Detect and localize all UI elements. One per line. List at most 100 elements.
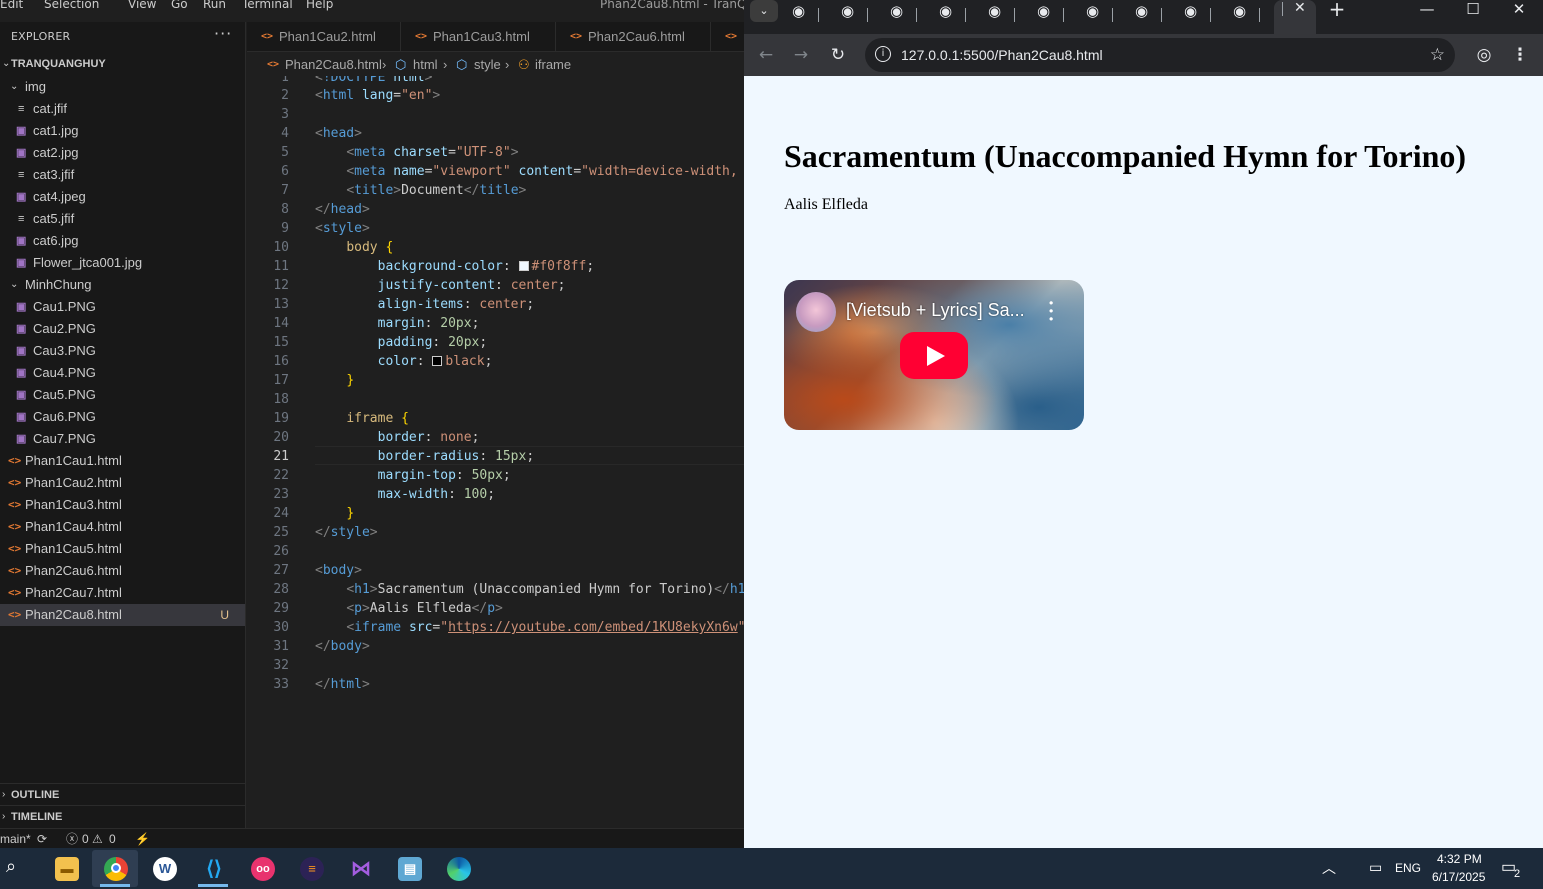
browser-tab[interactable]: ◉ <box>976 0 1024 34</box>
close-tab-icon[interactable]: ✕ <box>1294 0 1306 16</box>
file-item[interactable]: ▣ Cau1.PNG <box>0 296 245 318</box>
browser-tab[interactable]: ◉ <box>927 0 975 34</box>
file-explorer-app[interactable]: ▬ <box>43 850 89 887</box>
chevron-up-icon[interactable]: ︿ <box>1322 858 1336 878</box>
menu-terminal[interactable]: Terminal <box>242 0 293 11</box>
address-bar[interactable]: i 127.0.0.1:5500/Phan2Cau8.html ☆ <box>865 38 1455 72</box>
file-item[interactable]: ▣ cat2.jpg <box>0 142 245 164</box>
file-item[interactable]: ≡ cat.jfif <box>0 98 245 120</box>
vscode-app[interactable]: ⟨⟩ <box>190 850 236 887</box>
breadcrumb-iframe[interactable]: iframe <box>535 54 571 76</box>
word-app[interactable]: W <box>141 850 187 887</box>
file-item[interactable]: ▣ Flower_jtca001.jpg <box>0 252 245 274</box>
file-item[interactable]: ▣ cat1.jpg <box>0 120 245 142</box>
branch-indicator[interactable]: main* <box>0 829 31 849</box>
outline-panel-header[interactable]: › OUTLINE <box>0 783 245 805</box>
search-icon[interactable]: ⌕ <box>6 856 16 877</box>
breadcrumb-style[interactable]: style <box>474 54 501 76</box>
file-item[interactable]: <> Phan2Cau7.html <box>0 582 245 604</box>
file-item[interactable]: ▣ Cau2.PNG <box>0 318 245 340</box>
bookmark-star-icon[interactable]: ☆ <box>1430 38 1445 72</box>
kebab-menu-icon[interactable]: ⋮ <box>1507 42 1533 68</box>
new-tab-icon[interactable]: + <box>1322 0 1352 22</box>
file-item[interactable]: <> Phan1Cau4.html <box>0 516 245 538</box>
live-share-icon[interactable]: ⚡ <box>135 829 150 849</box>
maximize-icon[interactable]: ☐ <box>1458 0 1488 22</box>
more-vert-icon[interactable]: · · · <box>1048 295 1054 329</box>
file-item[interactable]: <> Phan1Cau2.html <box>0 472 245 494</box>
timeline-panel-header[interactable]: › TIMELINE <box>0 805 245 827</box>
clock-time[interactable]: 4:32 PM <box>1437 852 1482 866</box>
app-oo[interactable]: oo <box>239 850 285 887</box>
edge-app[interactable] <box>435 850 481 887</box>
close-window-icon[interactable]: ✕ <box>1504 0 1534 22</box>
file-item[interactable]: ▣ cat6.jpg <box>0 230 245 252</box>
visual-studio-app[interactable]: ⋈ <box>337 850 383 887</box>
tab-phan2cau6[interactable]: <> Phan2Cau6.html <box>556 22 711 51</box>
browser-tab[interactable]: ◉ <box>1123 0 1171 34</box>
reload-icon[interactable]: ↻ <box>825 42 851 68</box>
file-item[interactable]: ▣ Cau5.PNG <box>0 384 245 406</box>
youtube-embed[interactable]: [Vietsub + Lyrics] Sa... · · · <box>784 280 1084 430</box>
profile-icon[interactable]: ◎ <box>1471 42 1497 68</box>
browser-tab[interactable]: ◉ <box>829 0 877 34</box>
minimize-icon[interactable]: — <box>1412 0 1442 22</box>
forward-icon[interactable]: → <box>788 42 814 68</box>
tab-search-button[interactable]: ⌄ <box>750 0 778 22</box>
file-item[interactable]: ▣ cat4.jpeg <box>0 186 245 208</box>
sync-icon[interactable]: ⟳ <box>37 829 47 849</box>
menu-go[interactable]: Go <box>171 0 188 11</box>
folder-img[interactable]: ⌄ img <box>0 76 245 98</box>
video-title[interactable]: [Vietsub + Lyrics] Sa... <box>846 300 1025 321</box>
folder-minhchung[interactable]: ⌄ MinhChung <box>0 274 245 296</box>
file-item[interactable]: <> Phan1Cau1.html <box>0 450 245 472</box>
html-file-icon: <> <box>261 31 274 42</box>
error-icon[interactable]: ⓧ <box>66 829 78 849</box>
browser-tab[interactable]: ◉ <box>878 0 926 34</box>
back-icon[interactable]: ← <box>753 42 779 68</box>
browser-tab[interactable]: ◉ <box>1172 0 1220 34</box>
file-label: Phan1Cau4.html <box>25 519 122 534</box>
network-icon[interactable]: ▭ <box>1369 859 1382 876</box>
root-folder[interactable]: ⌄ TRANQUANGHUY <box>0 53 245 75</box>
tab-phan1cau2[interactable]: <> Phan1Cau2.html <box>247 22 401 51</box>
tab-phan1cau3[interactable]: <> Phan1Cau3.html <box>401 22 556 51</box>
url-text[interactable]: 127.0.0.1:5500/Phan2Cau8.html <box>901 38 1103 72</box>
menu-run[interactable]: Run <box>203 0 226 11</box>
language-indicator[interactable]: ENG <box>1395 861 1421 875</box>
play-button[interactable] <box>900 332 968 379</box>
warning-icon[interactable]: ⚠ <box>92 829 103 849</box>
browser-tab-active[interactable]: ✕ <box>1274 0 1316 34</box>
browser-tab[interactable]: ◉ <box>1221 0 1269 34</box>
chrome-app[interactable] <box>92 850 138 887</box>
file-item[interactable]: ≡ cat5.jfif <box>0 208 245 230</box>
code-editor[interactable]: 1 <!DOCTYPE html> 2 <html lang="en"> 3 4 <h… <box>247 76 744 828</box>
browser-tab[interactable]: ◉ <box>1074 0 1122 34</box>
file-item[interactable]: ▣ Cau3.PNG <box>0 340 245 362</box>
file-item[interactable]: <> Phan2Cau6.html <box>0 560 245 582</box>
breadcrumb-file[interactable]: Phan2Cau8.html <box>285 54 382 76</box>
warning-count: 0 <box>109 832 116 846</box>
file-item[interactable]: <> Phan1Cau3.html <box>0 494 245 516</box>
tab-overflow[interactable]: <> <box>711 22 744 51</box>
app-eclipse[interactable]: ≡ <box>288 850 334 887</box>
file-item[interactable]: ▣ Cau4.PNG <box>0 362 245 384</box>
menu-edit[interactable]: Edit <box>0 0 23 11</box>
file-item[interactable]: ▣ Cau7.PNG <box>0 428 245 450</box>
channel-avatar[interactable] <box>796 292 836 332</box>
file-item[interactable]: ▣ Cau6.PNG <box>0 406 245 428</box>
menu-view[interactable]: View <box>128 0 156 11</box>
file-item[interactable]: <> Phan1Cau5.html <box>0 538 245 560</box>
browser-tab[interactable]: ◉ <box>780 0 828 34</box>
clock-date[interactable]: 6/17/2025 <box>1432 870 1485 884</box>
site-info-icon[interactable]: i <box>875 46 891 62</box>
notepad-app[interactable]: ▤ <box>386 850 432 887</box>
file-item-selected[interactable]: <> Phan2Cau8.html U <box>0 604 245 626</box>
menu-help[interactable]: Help <box>306 0 333 11</box>
menu-selection[interactable]: Selection <box>44 0 99 11</box>
more-actions-icon[interactable]: ··· <box>214 24 232 43</box>
html-file-icon: <> <box>8 586 22 599</box>
breadcrumb-html[interactable]: html <box>413 54 438 76</box>
file-item[interactable]: ≡ cat3.jfif <box>0 164 245 186</box>
browser-tab[interactable]: ◉ <box>1025 0 1073 34</box>
